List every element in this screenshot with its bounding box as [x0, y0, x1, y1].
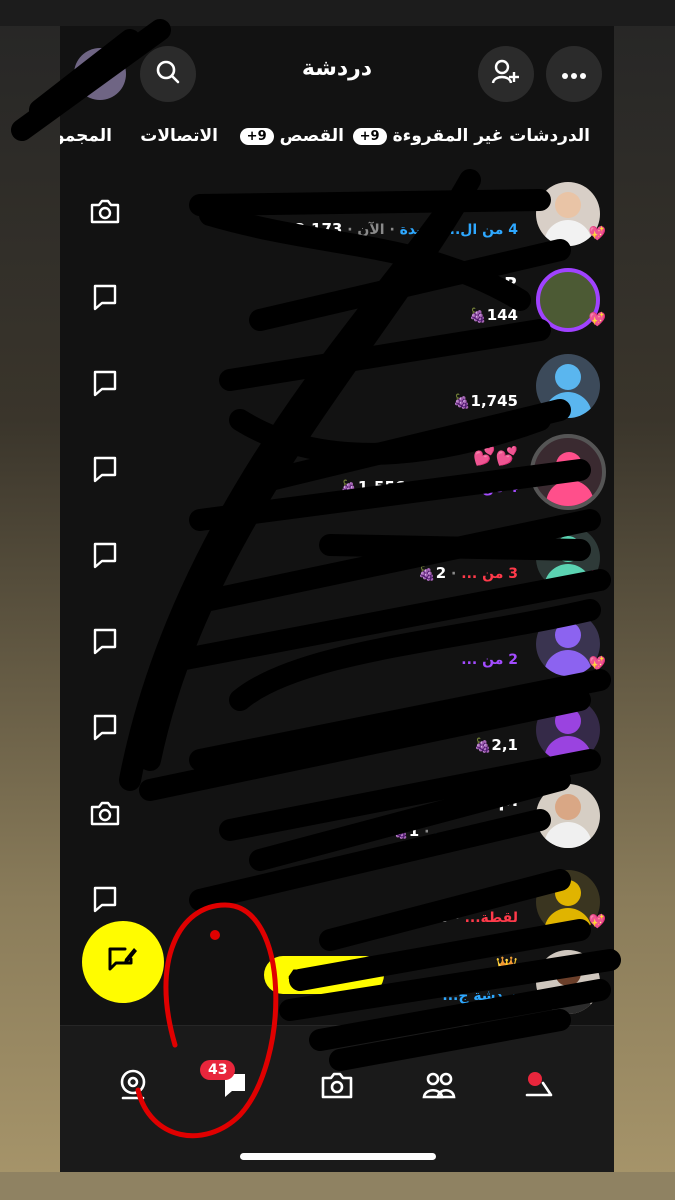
camera-icon[interactable] — [88, 194, 122, 228]
chat-name: حن — [488, 188, 518, 209]
add-friend-icon — [491, 58, 521, 90]
chat-unread-badge: 43 — [200, 1060, 236, 1080]
chat-row[interactable]: 💖 anar 3 من ... · 2🍇 — [60, 520, 614, 606]
chat-row[interactable]: 💖 حن 4 من ال... جديدة · الآن · 2,173🍇 — [60, 176, 614, 262]
streak-icon: 🍇 — [391, 824, 409, 840]
chat-status: 1,745🍇 — [453, 392, 518, 410]
streak-icon: 🍇 — [473, 738, 492, 754]
search-button[interactable] — [140, 46, 196, 102]
avatar — [536, 698, 600, 762]
chat-screen: دردشة الدردشات غير المقروءة9+ القصص9+ ال… — [60, 26, 614, 1172]
profile-avatar[interactable] — [74, 48, 126, 100]
streak-icon: 🍇 — [418, 566, 436, 582]
page-title: دردشة — [301, 56, 373, 81]
chat-status: 144🍇 — [469, 306, 518, 324]
chat-bubble-icon[interactable] — [88, 624, 122, 658]
heart-icon: 💖 — [588, 226, 606, 242]
chat-row[interactable]: 💖 2 من ... — [60, 606, 614, 692]
chat-status: 2,1🍇 — [473, 736, 518, 754]
chat-status: دردشة جد... · 1🍇 — [391, 822, 518, 840]
tab-unread[interactable]: الدردشات غير المقروءة9+ — [352, 126, 590, 146]
chat-bubble-icon[interactable] — [88, 538, 122, 572]
chat-status: 3 من ... · 2🍇 — [418, 564, 518, 582]
streak-icon: 🍇 — [453, 394, 471, 410]
new-chat-icon — [105, 943, 141, 981]
heart-icon: 💖 — [588, 312, 606, 328]
tab-calls[interactable]: الاتصالات — [140, 126, 218, 146]
avatar — [536, 784, 600, 848]
more-button[interactable] — [546, 46, 602, 102]
chat-name: 💕💕 — [473, 446, 518, 467]
add-friend-button[interactable] — [478, 46, 534, 102]
chat-name: ام — [498, 790, 518, 811]
background-strip — [0, 1172, 675, 1200]
tab-unread-badge: 9+ — [352, 127, 387, 145]
chat-row[interactable]: ام دردشة جد... · 1🍇 — [60, 778, 614, 864]
chat-bubble-icon[interactable] — [88, 710, 122, 744]
chat-row[interactable]: 💕💕 4 من اللقط... · 1,556🍇 — [60, 434, 614, 520]
chat-name: 👑 — [495, 956, 518, 977]
streak-icon: 🍇 — [340, 480, 358, 496]
chat-name: anar — [472, 532, 518, 553]
chat-bubble-icon[interactable] — [88, 452, 122, 486]
chat-status: دردشة ج... — [442, 988, 518, 1004]
streak-icon: 🍇 — [277, 222, 295, 238]
chat-row[interactable]: 💖 PR 144🍇 — [60, 262, 614, 348]
map-pin-icon[interactable] — [110, 1062, 156, 1108]
chat-status: 2 من ... — [461, 652, 518, 668]
unread-jump-pill[interactable]: 43 — [264, 956, 384, 994]
chat-row[interactable]: 2,1🍇 — [60, 692, 614, 778]
spotlight-icon[interactable] — [516, 1062, 562, 1108]
chat-row[interactable]: 1,745🍇 — [60, 348, 614, 434]
avatar — [530, 434, 606, 510]
chat-status: 4 من اللقط... · 1,556🍇 — [340, 478, 518, 496]
home-indicator — [240, 1153, 436, 1160]
chat-name: PR — [490, 274, 518, 295]
search-icon — [155, 59, 181, 89]
friends-icon[interactable] — [416, 1062, 462, 1108]
heart-icon: 💖 — [588, 570, 606, 586]
avatar — [536, 354, 600, 418]
camera-icon[interactable] — [314, 1062, 360, 1108]
bottom-nav: 43 — [60, 1025, 614, 1172]
heart-icon: 💖 — [588, 656, 606, 672]
new-chat-button[interactable] — [82, 921, 164, 1003]
streak-icon: 🍇 — [400, 910, 419, 926]
heart-icon: 💖 — [588, 914, 606, 930]
status-strip — [0, 0, 675, 26]
chat-bubble-icon[interactable] — [88, 280, 122, 314]
more-icon — [561, 65, 587, 84]
chat-bubble-icon[interactable] — [88, 366, 122, 400]
chat-bubble-icon[interactable] — [88, 882, 122, 916]
avatar — [536, 950, 600, 1014]
chat-status: لقطة... · 189🍇 — [400, 908, 518, 926]
tab-stories-badge: 9+ — [239, 127, 274, 145]
chat-status: 4 من ال... جديدة · الآن · 2,173🍇 — [277, 220, 518, 238]
streak-icon: 🍇 — [469, 308, 487, 324]
filter-tabs: الدردشات غير المقروءة9+ القصص9+ الاتصالا… — [60, 126, 614, 160]
camera-icon[interactable] — [88, 796, 122, 830]
tab-stories[interactable]: القصص9+ — [239, 126, 344, 146]
tab-groups[interactable]: المجمو — [60, 126, 112, 146]
